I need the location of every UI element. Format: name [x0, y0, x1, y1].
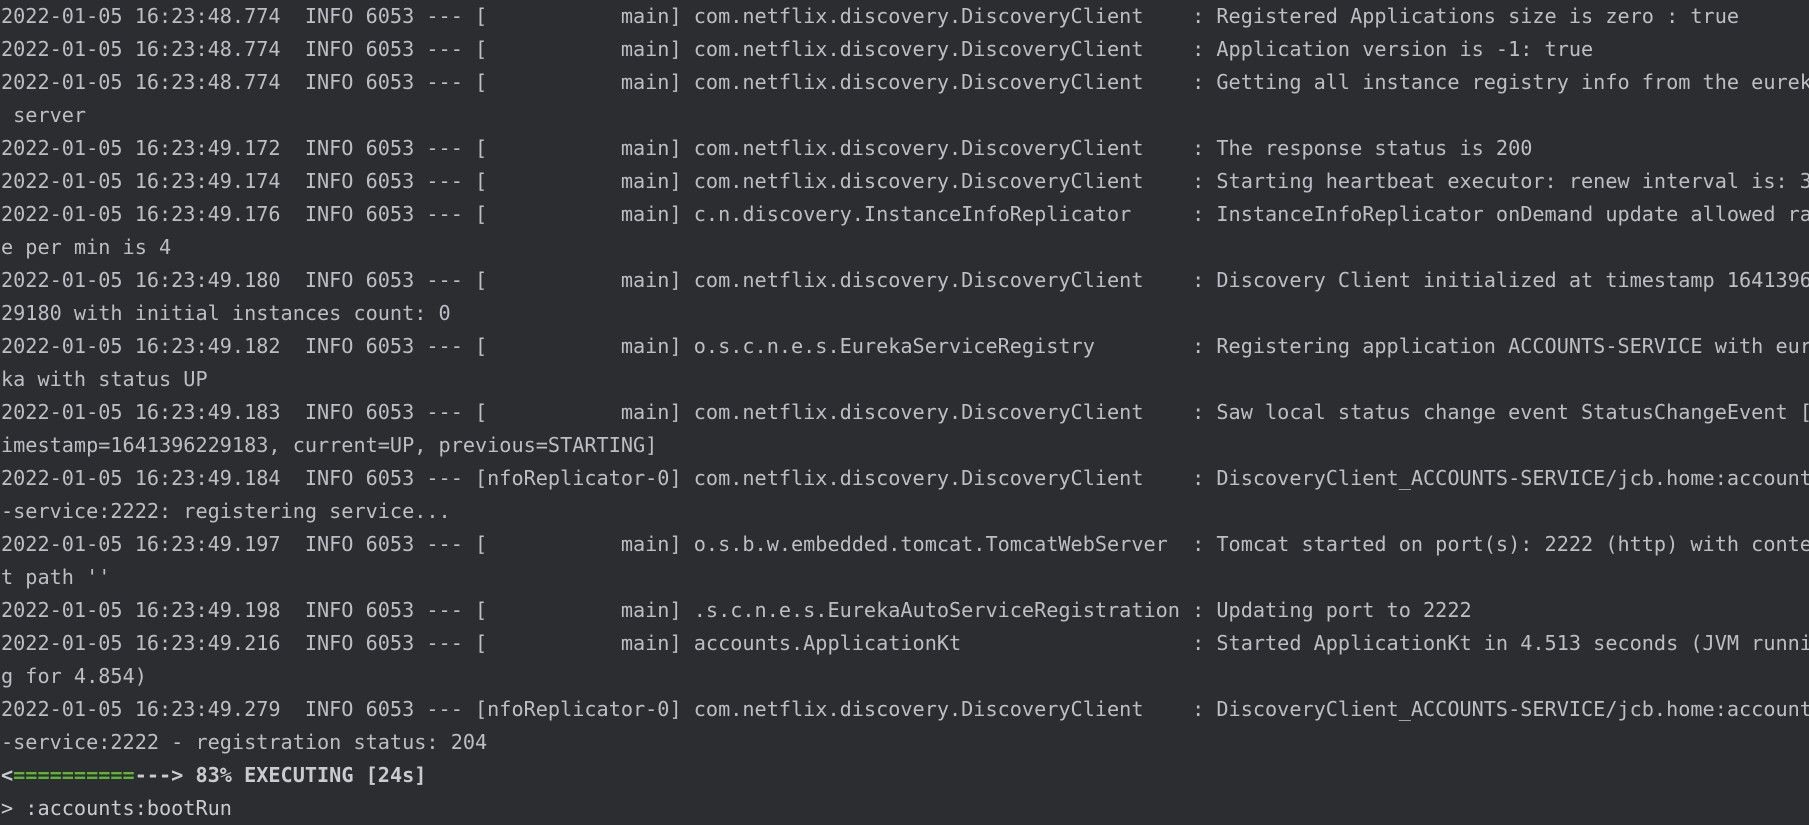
log-line: t path ''	[1, 565, 111, 589]
log-line: server	[1, 103, 87, 127]
log-line: imestamp=1641396229183, current=UP, prev…	[1, 433, 658, 457]
progress-arrow-left: <	[1, 763, 14, 787]
log-line: 2022-01-05 16:23:49.279 INFO 6053 --- [n…	[1, 697, 1809, 721]
log-line: 2022-01-05 16:23:48.774 INFO 6053 --- [ …	[1, 4, 1740, 28]
log-line: 2022-01-05 16:23:49.172 INFO 6053 --- [ …	[1, 136, 1533, 160]
log-line: 2022-01-05 16:23:49.197 INFO 6053 --- [ …	[1, 532, 1809, 556]
log-line: 2022-01-05 16:23:49.182 INFO 6053 --- [ …	[1, 334, 1809, 358]
log-line: 2022-01-05 16:23:49.198 INFO 6053 --- [ …	[1, 598, 1472, 622]
log-lines: 2022-01-05 16:23:48.774 INFO 6053 --- [ …	[1, 0, 1809, 759]
log-line: 2022-01-05 16:23:49.176 INFO 6053 --- [ …	[1, 202, 1809, 226]
log-line: 29180 with initial instances count: 0	[1, 301, 451, 325]
build-progress-bar: <==========---> 83% EXECUTING [24s]	[1, 759, 1809, 792]
progress-status: 83% EXECUTING [24s]	[183, 763, 427, 787]
terminal-output[interactable]: 2022-01-05 16:23:48.774 INFO 6053 --- [ …	[0, 0, 1809, 822]
log-line: 2022-01-05 16:23:49.183 INFO 6053 --- [ …	[1, 400, 1809, 424]
log-line: g for 4.854)	[1, 664, 147, 688]
log-line: -service:2222: registering service...	[1, 499, 451, 523]
log-line: e per min is 4	[1, 235, 172, 259]
log-line: 2022-01-05 16:23:49.184 INFO 6053 --- [n…	[1, 466, 1809, 490]
log-line: 2022-01-05 16:23:49.180 INFO 6053 --- [ …	[1, 268, 1809, 292]
progress-bar-complete: ==========	[13, 763, 135, 787]
log-line: 2022-01-05 16:23:48.774 INFO 6053 --- [ …	[1, 70, 1809, 94]
log-line: 2022-01-05 16:23:48.774 INFO 6053 --- [ …	[1, 37, 1594, 61]
log-line: ka with status UP	[1, 367, 208, 391]
progress-bar-remaining: --->	[134, 763, 184, 787]
current-task-line: > :accounts:bootRun	[1, 796, 232, 820]
log-line: 2022-01-05 16:23:49.174 INFO 6053 --- [ …	[1, 169, 1809, 193]
log-line: 2022-01-05 16:23:49.216 INFO 6053 --- [ …	[1, 631, 1809, 655]
log-line: -service:2222 - registration status: 204	[1, 730, 488, 754]
